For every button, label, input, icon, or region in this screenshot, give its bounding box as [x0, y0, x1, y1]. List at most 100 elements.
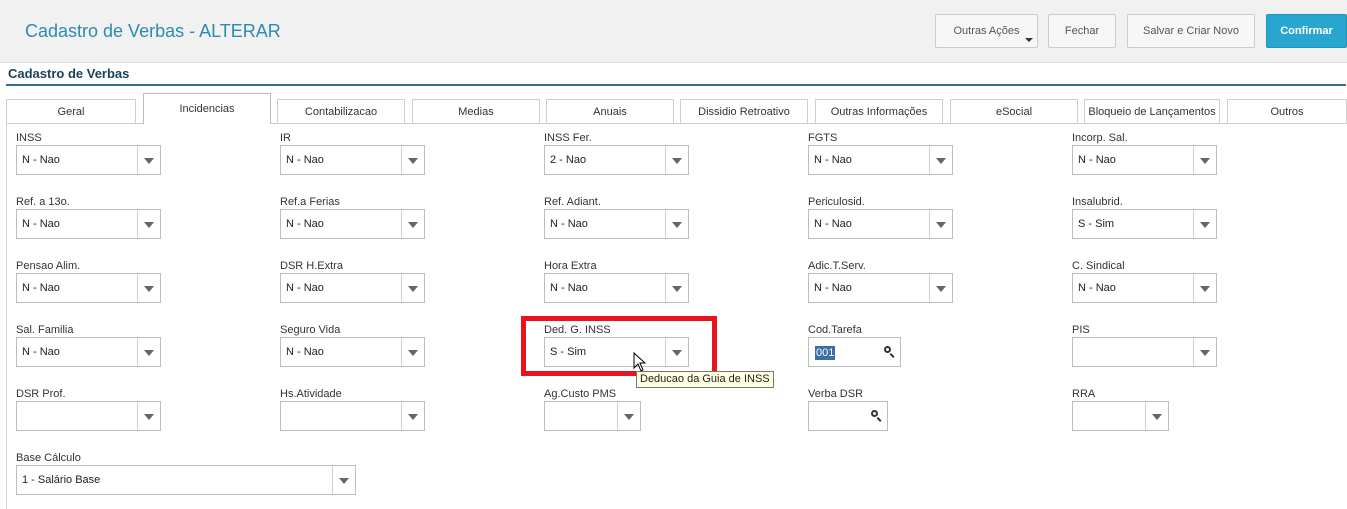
pis-label: PIS [1072, 324, 1090, 336]
fgts-label: FGTS [808, 132, 838, 144]
chevron-down-icon[interactable] [617, 402, 640, 430]
ref-13o-select[interactable]: N - Nao [16, 209, 161, 239]
chevron-down-icon[interactable] [1193, 274, 1216, 302]
tab-esocial[interactable]: eSocial [950, 99, 1078, 123]
ir-label: IR [280, 132, 291, 144]
chevron-down-icon[interactable] [137, 402, 160, 430]
periculosid-value: N - Nao [814, 218, 852, 230]
inss-fer-value: 2 - Nao [550, 154, 587, 166]
chevron-down-icon[interactable] [665, 210, 688, 238]
section-title: Cadastro de Verbas [8, 66, 130, 81]
pis-select[interactable] [1072, 337, 1217, 367]
outras-acoes-button[interactable]: Outras Ações [935, 14, 1038, 48]
chevron-down-icon[interactable] [401, 402, 424, 430]
chevron-down-icon[interactable] [929, 210, 952, 238]
chevron-down-icon[interactable] [665, 146, 688, 174]
hora-extra-label: Hora Extra [544, 260, 597, 272]
search-icon[interactable] [871, 410, 882, 422]
search-icon[interactable] [884, 346, 895, 358]
incorp-sal-label: Incorp. Sal. [1072, 132, 1128, 144]
tooltip: Deducao da Guia de INSS [636, 371, 774, 388]
rra-select[interactable] [1072, 401, 1169, 431]
inss-select[interactable]: N - Nao [16, 145, 161, 175]
chevron-down-icon [1025, 38, 1033, 42]
section-divider [6, 84, 1346, 86]
chevron-down-icon[interactable] [1145, 402, 1168, 430]
chevron-down-icon[interactable] [929, 274, 952, 302]
tab-contabilizacao[interactable]: Contabilizacao [277, 99, 405, 123]
chevron-down-icon[interactable] [1193, 210, 1216, 238]
seguro-vida-select[interactable]: N - Nao [280, 337, 425, 367]
tab-medias[interactable]: Medias [412, 99, 540, 123]
chevron-down-icon[interactable] [401, 338, 424, 366]
chevron-down-icon[interactable] [1193, 146, 1216, 174]
adic-tserv-select[interactable]: N - Nao [808, 273, 953, 303]
tab-outras-informacoes[interactable]: Outras Informações [815, 99, 943, 123]
cod-tarefa-input[interactable]: 001 [808, 337, 901, 367]
base-calculo-value: 1 - Salário Base [22, 474, 101, 486]
ag-custo-pms-select[interactable] [544, 401, 641, 431]
ref-ferias-value: N - Nao [286, 218, 324, 230]
hs-atividade-select[interactable] [280, 401, 425, 431]
chevron-down-icon[interactable] [929, 146, 952, 174]
sal-familia-label: Sal. Familia [16, 324, 74, 336]
tab-anuais[interactable]: Anuais [546, 99, 674, 123]
c-sindical-label: C. Sindical [1072, 260, 1125, 272]
periculosid-label: Periculosid. [808, 196, 865, 208]
chevron-down-icon[interactable] [137, 338, 160, 366]
hora-extra-select[interactable]: N - Nao [544, 273, 689, 303]
inss-fer-select[interactable]: 2 - Nao [544, 145, 689, 175]
periculosid-select[interactable]: N - Nao [808, 209, 953, 239]
ref-adiant-select[interactable]: N - Nao [544, 209, 689, 239]
base-calculo-select[interactable]: 1 - Salário Base [16, 465, 356, 495]
fgts-select[interactable]: N - Nao [808, 145, 953, 175]
chevron-down-icon[interactable] [137, 274, 160, 302]
tab-bloqueio-lancamentos[interactable]: Bloqueio de Lançamentos [1084, 99, 1220, 123]
hora-extra-value: N - Nao [550, 282, 588, 294]
sal-familia-value: N - Nao [22, 346, 60, 358]
tab-dissidio-retroativo[interactable]: Dissidio Retroativo [680, 99, 808, 123]
dsr-hextra-value: N - Nao [286, 282, 324, 294]
chevron-down-icon[interactable] [137, 210, 160, 238]
seguro-vida-label: Seguro Vida [280, 324, 341, 336]
inss-label: INSS [16, 132, 42, 144]
ref-ferias-label: Ref.a Ferias [280, 196, 340, 208]
c-sindical-select[interactable]: N - Nao [1072, 273, 1217, 303]
chevron-down-icon[interactable] [401, 210, 424, 238]
pensao-alim-label: Pensao Alim. [16, 260, 81, 272]
ir-select[interactable]: N - Nao [280, 145, 425, 175]
ref-adiant-value: N - Nao [550, 218, 588, 230]
seguro-vida-value: N - Nao [286, 346, 324, 358]
pensao-alim-select[interactable]: N - Nao [16, 273, 161, 303]
chevron-down-icon[interactable] [401, 274, 424, 302]
dsr-hextra-select[interactable]: N - Nao [280, 273, 425, 303]
outras-acoes-label: Outras Ações [953, 25, 1020, 37]
ref-ferias-select[interactable]: N - Nao [280, 209, 425, 239]
fechar-button[interactable]: Fechar [1048, 14, 1116, 48]
chevron-down-icon[interactable] [401, 146, 424, 174]
confirmar-button[interactable]: Confirmar [1266, 14, 1347, 48]
ag-custo-pms-label: Ag.Custo PMS [544, 388, 617, 400]
salvar-criar-novo-button[interactable]: Salvar e Criar Novo [1127, 14, 1255, 48]
panel-border [6, 123, 7, 509]
page-title: Cadastro de Verbas - ALTERAR [25, 21, 281, 41]
sal-familia-select[interactable]: N - Nao [16, 337, 161, 367]
rra-label: RRA [1072, 388, 1096, 400]
chevron-down-icon[interactable] [1193, 338, 1216, 366]
chevron-down-icon[interactable] [665, 274, 688, 302]
insalubrid-select[interactable]: S - Sim [1072, 209, 1217, 239]
dsr-hextra-label: DSR H.Extra [280, 260, 343, 272]
incorp-sal-select[interactable]: N - Nao [1072, 145, 1217, 175]
tab-geral[interactable]: Geral [6, 99, 136, 123]
tab-outros[interactable]: Outros [1227, 99, 1347, 123]
verba-dsr-label: Verba DSR [808, 388, 864, 400]
ref-13o-value: N - Nao [22, 218, 60, 230]
chevron-down-icon[interactable] [332, 466, 355, 494]
dsr-prof-label: DSR Prof. [16, 388, 66, 400]
incorp-sal-value: N - Nao [1078, 154, 1116, 166]
verba-dsr-input[interactable] [808, 401, 888, 431]
tab-incidencias[interactable]: Incidencias [143, 93, 271, 124]
chevron-down-icon[interactable] [137, 146, 160, 174]
dsr-prof-select[interactable] [16, 401, 161, 431]
ref-adiant-label: Ref. Adiant. [544, 196, 601, 208]
